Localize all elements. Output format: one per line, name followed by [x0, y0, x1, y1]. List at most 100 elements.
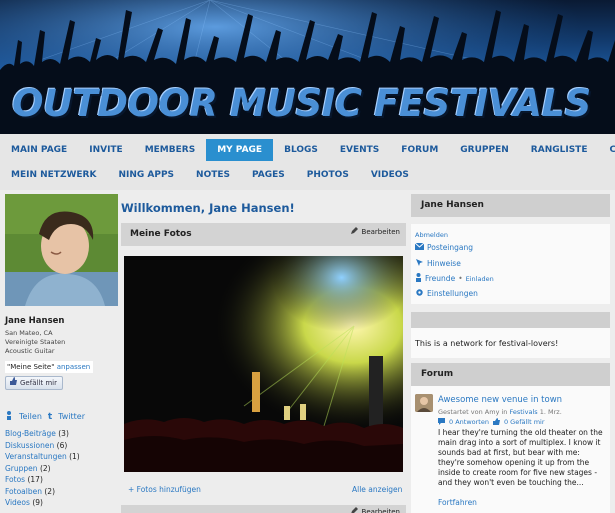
nav-item-blogs[interactable]: BLOGS: [273, 139, 329, 161]
content-count-value: (2): [44, 486, 55, 496]
welcome-heading: Willkommen, Jane Hansen!: [121, 201, 295, 215]
twitter-icon: t: [47, 411, 53, 422]
nav-row-primary: MAIN PAGE INVITE MEMBERS MY PAGE BLOGS EVENTS…: [0, 139, 615, 161]
likes-link[interactable]: 0 Gefällt mir: [504, 418, 545, 427]
inbox-link[interactable]: Posteingang: [414, 242, 474, 252]
profile-meta: San Mateo, CA Vereinigte Staaten Acousti…: [5, 329, 118, 356]
my-page-customize: "Meine Seite" anpassen: [5, 361, 93, 373]
forum-header: Forum: [411, 363, 610, 386]
nav-item-videos[interactable]: VIDEOS: [360, 164, 420, 186]
twitter-link[interactable]: Twitter: [58, 412, 85, 421]
friends-link[interactable]: Freunde: [425, 274, 455, 283]
content-count-row: Videos (9): [5, 497, 118, 509]
nav-item-mein-netzwerk[interactable]: MEIN NETZWERK: [0, 164, 107, 186]
content-count-link[interactable]: Diskussionen: [5, 441, 54, 450]
content-count-row: Veranstaltungen (1): [5, 451, 118, 463]
content-count-value: (9): [32, 498, 43, 507]
friends-row: Freunde • Einladen: [415, 273, 494, 284]
forum-category-link[interactable]: Festivals: [510, 408, 538, 416]
edit-photos-button[interactable]: Bearbeiten: [350, 226, 400, 237]
next-module-header: Bearbeiten: [121, 505, 406, 513]
profile-country: Vereinigte Staaten: [5, 338, 66, 346]
content-count-link[interactable]: Videos: [5, 498, 30, 507]
profile-photo-illustration: [5, 194, 118, 306]
nav-item-photos[interactable]: PHOTOS: [296, 164, 360, 186]
content-count-value: (2): [39, 463, 51, 473]
profile-avatar[interactable]: [5, 194, 118, 306]
forum-topic-title[interactable]: Awesome new venue in town: [438, 395, 562, 405]
user-box-title: Jane Hansen: [421, 200, 484, 210]
profile-name[interactable]: Jane Hansen: [5, 316, 118, 326]
profile-sidebar: Jane Hansen San Mateo, CA Vereinigte Sta…: [5, 194, 118, 509]
settings-label: Einstellungen: [427, 289, 478, 298]
pencil-icon: [350, 506, 359, 513]
forum-topic-actions: 0 Antworten 0 Gefällt mir: [438, 418, 545, 427]
content-count-link[interactable]: Blog-Beiträge: [5, 429, 56, 438]
nav-item-notes[interactable]: NOTES: [185, 164, 241, 186]
content-count-value: (6): [56, 440, 68, 450]
friends-icon: [415, 273, 422, 284]
replies-icon: [438, 418, 445, 427]
share-link[interactable]: Teilen: [19, 412, 42, 421]
content-count-row: Fotos (17): [5, 474, 118, 486]
forum-author-avatar[interactable]: [415, 394, 433, 412]
photos-module-header: Meine Fotos Bearbeiten: [121, 223, 406, 246]
logout-link[interactable]: Abmelden: [415, 231, 448, 239]
user-box: Abmelden Posteingang Hinweise Freunde • …: [411, 224, 610, 304]
site-banner: OUTDOOR MUSIC FESTIVALS: [0, 0, 615, 134]
thumbs-up-icon: [9, 377, 17, 389]
main-navigation: MAIN PAGE INVITE MEMBERS MY PAGE BLOGS EVENTS…: [0, 134, 615, 190]
about-text: This is a network for festival-lovers!: [411, 328, 610, 358]
user-box-header: Jane Hansen: [411, 194, 610, 217]
content-count-link[interactable]: Fotoalben: [5, 487, 42, 496]
nav-item-chat[interactable]: CHAT: [598, 139, 615, 161]
nav-item-invite[interactable]: INVITE: [78, 139, 133, 161]
share-icon: [5, 411, 13, 422]
content-count-value: (3): [58, 429, 69, 438]
forum-module: Awesome new venue in town Gestartet von …: [411, 386, 610, 513]
nav-item-main-page[interactable]: MAIN PAGE: [0, 139, 78, 161]
nav-item-forum[interactable]: FORUM: [390, 139, 449, 161]
like-label: Gefällt mir: [20, 379, 57, 387]
nav-item-my-page[interactable]: MY PAGE: [206, 139, 274, 161]
content-count-link[interactable]: Gruppen: [5, 464, 38, 473]
view-all-photos-link[interactable]: Alle anzeigen: [352, 485, 402, 494]
nav-item-events[interactable]: EVENTS: [329, 139, 390, 161]
about-header: [411, 312, 610, 328]
featured-concert-photo[interactable]: [124, 256, 403, 472]
alerts-link[interactable]: Hinweise: [415, 258, 461, 269]
settings-link[interactable]: Einstellungen: [415, 288, 478, 299]
gear-icon: [415, 288, 424, 299]
forum-topic-excerpt: I hear they're turning the old theater o…: [438, 428, 603, 487]
content-count-value: (17): [27, 475, 43, 484]
content-count-row: Fotoalben (2): [5, 486, 118, 498]
inbox-label: Posteingang: [427, 243, 474, 252]
customize-link[interactable]: anpassen: [57, 363, 91, 371]
nav-item-rangliste[interactable]: RANGLISTE: [520, 139, 599, 161]
add-photos-link[interactable]: + Fotos hinzufügen: [128, 485, 201, 494]
forum-continue-link[interactable]: Fortfahren: [438, 498, 477, 507]
profile-genre: Acoustic Guitar: [5, 347, 55, 355]
nav-item-members[interactable]: MEMBERS: [134, 139, 206, 161]
like-button[interactable]: Gefällt mir: [5, 376, 63, 390]
edit-next-module-button[interactable]: Bearbeiten: [350, 506, 400, 513]
profile-content-counts: Blog-Beiträge (3) Diskussionen (6) Veranst…: [5, 428, 118, 509]
content-count-row: Diskussionen (6): [5, 440, 118, 452]
site-title[interactable]: OUTDOOR MUSIC FESTIVALS: [12, 82, 591, 125]
my-page-label: "Meine Seite": [7, 363, 55, 371]
nav-item-ning-apps[interactable]: NING APPS: [107, 164, 185, 186]
nav-item-gruppen[interactable]: GRUPPEN: [449, 139, 520, 161]
edit-label: Bearbeiten: [361, 507, 400, 513]
pencil-icon: [350, 226, 359, 237]
forum-title: Forum: [421, 369, 454, 379]
replies-link[interactable]: 0 Antworten: [449, 418, 489, 427]
alerts-label: Hinweise: [427, 259, 461, 268]
content-count-link[interactable]: Veranstaltungen: [5, 452, 67, 461]
invite-link[interactable]: Einladen: [466, 275, 494, 283]
nav-row-secondary: MEIN NETZWERK NING APPS NOTES PAGES PHOTOS VI…: [0, 164, 420, 186]
content-count-link[interactable]: Fotos: [5, 475, 25, 484]
edit-label: Bearbeiten: [361, 227, 400, 236]
forum-started-by: Gestartet von Amy in: [438, 408, 508, 416]
profile-location: San Mateo, CA: [5, 329, 53, 337]
nav-item-pages[interactable]: PAGES: [241, 164, 296, 186]
